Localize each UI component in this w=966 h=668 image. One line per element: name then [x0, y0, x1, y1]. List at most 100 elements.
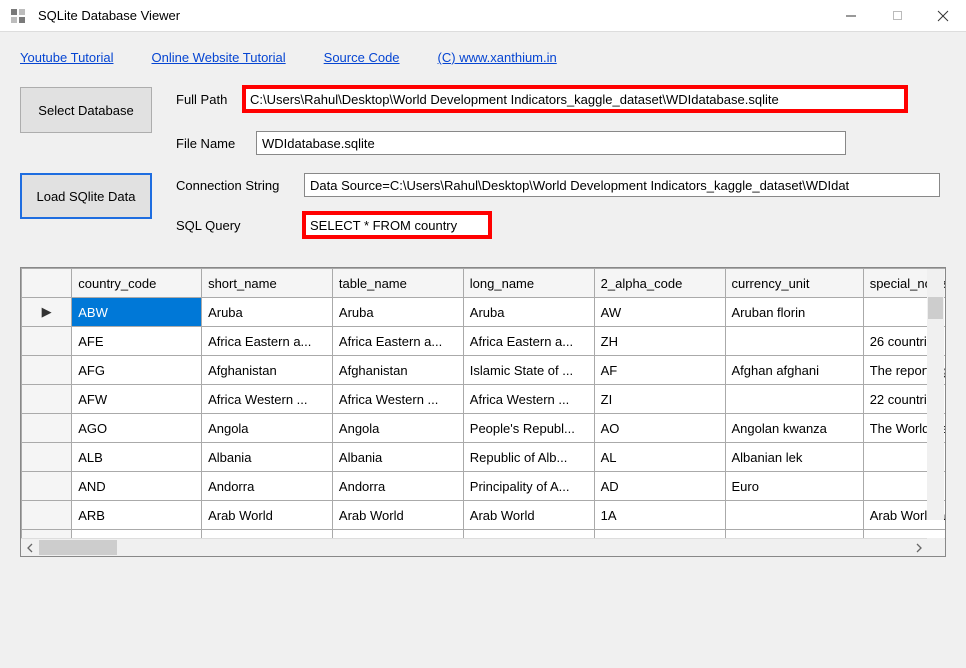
cell-alpha-code[interactable]: AF [594, 356, 725, 385]
cell-currency-unit[interactable]: Euro [725, 472, 863, 501]
database-path-group: Select Database Full Path File Name [20, 87, 946, 155]
row-selector[interactable] [22, 472, 72, 501]
cell-long-name[interactable]: Africa Western ... [463, 385, 594, 414]
cell-table-name[interactable]: Africa Eastern a... [332, 327, 463, 356]
cell-long-name[interactable]: Islamic State of ... [463, 356, 594, 385]
cell-currency-unit[interactable] [725, 501, 863, 530]
cell-country-code[interactable]: AGO [72, 414, 202, 443]
cell-table-name[interactable]: Afghanistan [332, 356, 463, 385]
table-row[interactable]: ALBAlbaniaAlbaniaRepublic of Alb...ALAlb… [22, 443, 946, 472]
online-website-tutorial-link[interactable]: Online Website Tutorial [151, 50, 285, 65]
cell-alpha-code[interactable]: AO [594, 414, 725, 443]
col-long-name[interactable]: long_name [463, 269, 594, 298]
scroll-right-icon[interactable] [910, 539, 928, 556]
cell-short-name[interactable]: Afghanistan [202, 356, 333, 385]
cell-short-name[interactable]: United Arab Em... [202, 530, 333, 539]
cell-long-name[interactable]: Aruba [463, 298, 594, 327]
cell-short-name[interactable]: Angola [202, 414, 333, 443]
cell-table-name[interactable]: Andorra [332, 472, 463, 501]
sql-query-input[interactable] [304, 213, 490, 237]
cell-alpha-code[interactable]: 1A [594, 501, 725, 530]
table-row[interactable]: ▶ABWArubaArubaArubaAWAruban florin [22, 298, 946, 327]
table-row[interactable]: AFGAfghanistanAfghanistanIslamic State o… [22, 356, 946, 385]
cell-alpha-code[interactable]: AE [594, 530, 725, 539]
col-short-name[interactable]: short_name [202, 269, 333, 298]
horizontal-scrollbar[interactable] [21, 538, 945, 556]
cell-long-name[interactable]: Republic of Alb... [463, 443, 594, 472]
youtube-tutorial-link[interactable]: Youtube Tutorial [20, 50, 113, 65]
row-selector[interactable] [22, 501, 72, 530]
table-row[interactable]: AGOAngolaAngolaPeople's Republ...AOAngol… [22, 414, 946, 443]
col-currency-unit[interactable]: currency_unit [725, 269, 863, 298]
load-sqlite-data-button[interactable]: Load SQlite Data [20, 173, 152, 219]
cell-currency-unit[interactable] [725, 385, 863, 414]
cell-short-name[interactable]: Africa Western ... [202, 385, 333, 414]
cell-short-name[interactable]: Albania [202, 443, 333, 472]
col-alpha-code[interactable]: 2_alpha_code [594, 269, 725, 298]
table-row[interactable]: ARBArab WorldArab WorldArab World1AArab … [22, 501, 946, 530]
cell-country-code[interactable]: AFW [72, 385, 202, 414]
cell-short-name[interactable]: Africa Eastern a... [202, 327, 333, 356]
cell-country-code[interactable]: AFG [72, 356, 202, 385]
cell-short-name[interactable]: Arab World [202, 501, 333, 530]
cell-country-code[interactable]: AND [72, 472, 202, 501]
cell-table-name[interactable]: Arab World [332, 501, 463, 530]
table-row[interactable]: AFEAfrica Eastern a...Africa Eastern a..… [22, 327, 946, 356]
cell-table-name[interactable]: Albania [332, 443, 463, 472]
cell-long-name[interactable]: Principality of A... [463, 472, 594, 501]
cell-table-name[interactable]: Aruba [332, 298, 463, 327]
source-code-link[interactable]: Source Code [324, 50, 400, 65]
scroll-left-icon[interactable] [21, 539, 39, 556]
cell-short-name[interactable]: Aruba [202, 298, 333, 327]
cell-short-name[interactable]: Andorra [202, 472, 333, 501]
col-country-code[interactable]: country_code [72, 269, 202, 298]
vertical-scroll-thumb[interactable] [928, 297, 943, 319]
cell-currency-unit[interactable] [725, 327, 863, 356]
cell-alpha-code[interactable]: AW [594, 298, 725, 327]
connection-string-input[interactable] [304, 173, 940, 197]
row-selector[interactable] [22, 356, 72, 385]
cell-currency-unit[interactable]: Angolan kwanza [725, 414, 863, 443]
horizontal-scroll-thumb[interactable] [39, 540, 117, 555]
table-row[interactable]: AFWAfrica Western ...Africa Western ...A… [22, 385, 946, 414]
file-name-input[interactable] [256, 131, 846, 155]
row-selector[interactable]: ▶ [22, 298, 72, 327]
cell-country-code[interactable]: ARE [72, 530, 202, 539]
cell-table-name[interactable]: United Arab Em... [332, 530, 463, 539]
table-row[interactable]: AREUnited Arab Em...United Arab Em...Uni… [22, 530, 946, 539]
cell-country-code[interactable]: ABW [72, 298, 202, 327]
row-selector[interactable] [22, 443, 72, 472]
select-database-button[interactable]: Select Database [20, 87, 152, 133]
cell-country-code[interactable]: ARB [72, 501, 202, 530]
cell-country-code[interactable]: ALB [72, 443, 202, 472]
cell-long-name[interactable]: Arab World [463, 501, 594, 530]
row-selector[interactable] [22, 530, 72, 539]
cell-table-name[interactable]: Angola [332, 414, 463, 443]
row-header-blank[interactable] [22, 269, 72, 298]
close-button[interactable] [920, 0, 966, 32]
cell-alpha-code[interactable]: AL [594, 443, 725, 472]
cell-alpha-code[interactable]: ZI [594, 385, 725, 414]
row-selector[interactable] [22, 327, 72, 356]
table-row[interactable]: ANDAndorraAndorraPrincipality of A...ADE… [22, 472, 946, 501]
cell-currency-unit[interactable]: U.A.E. dirham [725, 530, 863, 539]
cell-long-name[interactable]: United Arab Em... [463, 530, 594, 539]
col-table-name[interactable]: table_name [332, 269, 463, 298]
cell-currency-unit[interactable]: Aruban florin [725, 298, 863, 327]
cell-currency-unit[interactable]: Albanian lek [725, 443, 863, 472]
minimize-button[interactable] [828, 0, 874, 32]
cell-table-name[interactable]: Africa Western ... [332, 385, 463, 414]
cell-special-notes[interactable] [863, 530, 945, 539]
cell-alpha-code[interactable]: AD [594, 472, 725, 501]
cell-long-name[interactable]: Africa Eastern a... [463, 327, 594, 356]
cell-country-code[interactable]: AFE [72, 327, 202, 356]
row-selector[interactable] [22, 414, 72, 443]
full-path-input[interactable] [244, 87, 906, 111]
vertical-scrollbar[interactable] [927, 269, 944, 520]
cell-alpha-code[interactable]: ZH [594, 327, 725, 356]
cell-long-name[interactable]: People's Republ... [463, 414, 594, 443]
branding-link[interactable]: (C) www.xanthium.in [438, 50, 557, 65]
maximize-button[interactable] [874, 0, 920, 32]
cell-currency-unit[interactable]: Afghan afghani [725, 356, 863, 385]
row-selector[interactable] [22, 385, 72, 414]
